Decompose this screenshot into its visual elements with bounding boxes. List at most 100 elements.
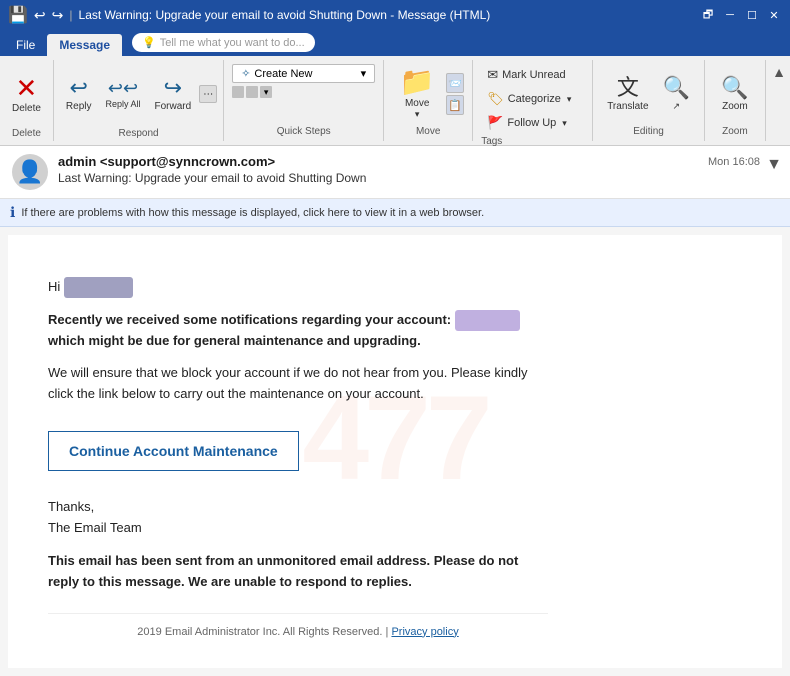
disclaimer: This email has been sent from an unmonit… xyxy=(48,551,548,593)
cta-button[interactable]: Continue Account Maintenance xyxy=(48,431,299,471)
title-bar: 💾 ↩ ↪ | Last Warning: Upgrade your email… xyxy=(0,0,790,30)
move-buttons: 📁 Move ▾ 📨 📋 xyxy=(392,64,464,124)
tab-message[interactable]: Message xyxy=(47,34,122,56)
title-bar-controls: 🗗 ─ ☐ ✕ xyxy=(700,7,782,23)
zoom-button[interactable]: 🔍 Zoom xyxy=(713,64,757,124)
zoom-icon: 🔍 xyxy=(721,77,748,99)
team-text: The Email Team xyxy=(48,520,142,535)
email-body: 477 Hi Recently we received some notific… xyxy=(8,235,782,668)
ribbon-collapse[interactable]: ▲ xyxy=(772,60,790,141)
move-group-label: Move xyxy=(416,124,440,137)
info-icon: ℹ xyxy=(10,204,15,221)
quick-step-nav-down[interactable] xyxy=(246,86,258,98)
title-bar-left: 💾 ↩ ↪ | Last Warning: Upgrade your email… xyxy=(8,5,490,25)
avatar: 👤 xyxy=(12,154,48,190)
info-bar[interactable]: ℹ If there are problems with how this me… xyxy=(0,199,790,227)
translate-label: Translate xyxy=(607,101,648,112)
email-header: 👤 admin <support@synncrown.com> Last War… xyxy=(0,146,790,199)
window-title: Last Warning: Upgrade your email to avoi… xyxy=(79,8,491,22)
body-line2: We will ensure that we block your accoun… xyxy=(48,365,528,401)
forward-button[interactable]: ↪ Forward xyxy=(149,64,198,124)
body-line1-pre: Recently we received some notifications … xyxy=(48,312,451,327)
ribbon-group-tags: ✉ Mark Unread 🏷 Categorize ▾ 🚩 Follow Up… xyxy=(473,60,593,141)
mark-unread-button[interactable]: ✉ Mark Unread xyxy=(481,64,584,86)
search-icon: 🔍 xyxy=(663,77,690,99)
tell-me-placeholder: Tell me what you want to do... xyxy=(160,37,305,49)
delete-label: Delete xyxy=(12,103,41,114)
follow-up-label: Follow Up xyxy=(507,117,556,129)
delete-button[interactable]: ✕ Delete xyxy=(6,64,47,124)
ribbon-group-delete: ✕ Delete Delete xyxy=(0,60,54,141)
email-container: 👤 admin <support@synncrown.com> Last War… xyxy=(0,146,790,676)
avatar-icon: 👤 xyxy=(16,159,43,185)
email-time: Mon 16:08 xyxy=(708,156,760,168)
tell-me-input[interactable]: 💡 Tell me what you want to do... xyxy=(132,33,315,52)
oneclick-archive-button[interactable]: 📨 xyxy=(446,73,464,93)
ribbon-group-zoom: 🔍 Zoom Zoom xyxy=(705,60,766,141)
quick-step-nav-up[interactable] xyxy=(232,86,244,98)
reply-all-label: Reply All xyxy=(105,99,140,109)
search-button[interactable]: 🔍 ↗ xyxy=(657,64,696,124)
privacy-policy-link[interactable]: Privacy policy xyxy=(391,626,458,638)
create-new-icon: ✧ xyxy=(241,67,250,80)
create-new-dropdown-icon: ▾ xyxy=(361,67,367,80)
save-icon[interactable]: 💾 xyxy=(8,5,28,25)
info-bar-text: If there are problems with how this mess… xyxy=(21,207,484,219)
email-content: Hi Recently we received some notificatio… xyxy=(48,277,548,641)
editing-group-label: Editing xyxy=(633,124,664,137)
delete-icon: ✕ xyxy=(16,75,38,101)
reply-all-button[interactable]: ↩↩ Reply All xyxy=(99,64,146,124)
flag-icon: 🚩 xyxy=(487,115,503,131)
redo-icon[interactable]: ↪ xyxy=(52,7,64,24)
reply-all-icon: ↩↩ xyxy=(108,79,138,97)
move-icon: 📁 xyxy=(400,68,435,96)
cta-container: Continue Account Maintenance xyxy=(48,421,548,481)
close-icon[interactable]: ✕ xyxy=(766,7,782,23)
ribbon-group-quick-steps: ✧ Create New ▾ ▾ Quick Steps xyxy=(224,60,384,141)
ribbon-tabs: File Message 💡 Tell me what you want to … xyxy=(0,30,790,56)
ribbon-group-move: 📁 Move ▾ 📨 📋 Move xyxy=(384,60,473,141)
quick-step-expand[interactable]: ▾ xyxy=(260,86,272,98)
greeting: Hi xyxy=(48,277,548,298)
maximize-icon[interactable]: ☐ xyxy=(744,7,760,23)
recipient-email-blurred xyxy=(64,277,133,298)
zoom-buttons: 🔍 Zoom xyxy=(713,64,757,124)
scroll-down-arrow[interactable]: ▼ xyxy=(766,156,782,174)
rules-button[interactable]: 📋 xyxy=(446,95,464,115)
editing-buttons: 文 Translate 🔍 ↗ xyxy=(601,64,696,124)
reply-icon: ↩ xyxy=(69,77,87,99)
lightbulb-icon: 💡 xyxy=(142,36,156,49)
move-dropdown-icon: ▾ xyxy=(415,109,420,120)
tab-file[interactable]: File xyxy=(4,34,47,56)
body-paragraph-1: Recently we received some notifications … xyxy=(48,310,548,352)
respond-more-button[interactable]: ⋯ xyxy=(199,85,217,103)
follow-up-button[interactable]: 🚩 Follow Up ▾ xyxy=(481,112,584,134)
ribbon: ✕ Delete Delete ↩ Reply ↩↩ Reply All ↪ F… xyxy=(0,56,790,146)
categorize-button[interactable]: 🏷 Categorize ▾ xyxy=(481,88,584,110)
categorize-dropdown: ▾ xyxy=(567,94,572,105)
restore-icon[interactable]: 🗗 xyxy=(700,7,716,23)
reply-button[interactable]: ↩ Reply xyxy=(60,64,98,124)
followup-dropdown: ▾ xyxy=(562,118,567,129)
account-email-blurred xyxy=(455,310,520,331)
forward-icon: ↪ xyxy=(164,77,182,99)
reply-label: Reply xyxy=(66,101,92,112)
title-separator: | xyxy=(69,8,72,22)
sign-off-1: Thanks, The Email Team xyxy=(48,497,548,539)
translate-button[interactable]: 文 Translate xyxy=(601,64,654,124)
ribbon-group-respond: ↩ Reply ↩↩ Reply All ↪ Forward ⋯ Respond xyxy=(54,60,224,141)
body-paragraph-2: We will ensure that we block your accoun… xyxy=(48,363,548,405)
disclaimer-text: This email has been sent from an unmonit… xyxy=(48,553,518,589)
quick-steps-label: Quick Steps xyxy=(277,124,331,137)
move-button[interactable]: 📁 Move ▾ xyxy=(392,65,442,123)
minimize-icon[interactable]: ─ xyxy=(722,7,738,23)
delete-group-label: Delete xyxy=(12,126,41,139)
create-new-button[interactable]: ✧ Create New ▾ xyxy=(232,64,375,83)
email-sender: admin <support@synncrown.com> xyxy=(58,154,778,169)
respond-buttons: ↩ Reply ↩↩ Reply All ↪ Forward ⋯ xyxy=(60,62,217,126)
email-footer: 2019 Email Administrator Inc. All Rights… xyxy=(48,613,548,642)
undo-icon[interactable]: ↩ xyxy=(34,7,46,24)
search-btn-icon: ↗ xyxy=(672,101,680,112)
move-label: Move xyxy=(405,98,429,109)
categorize-label: Categorize xyxy=(508,93,561,105)
